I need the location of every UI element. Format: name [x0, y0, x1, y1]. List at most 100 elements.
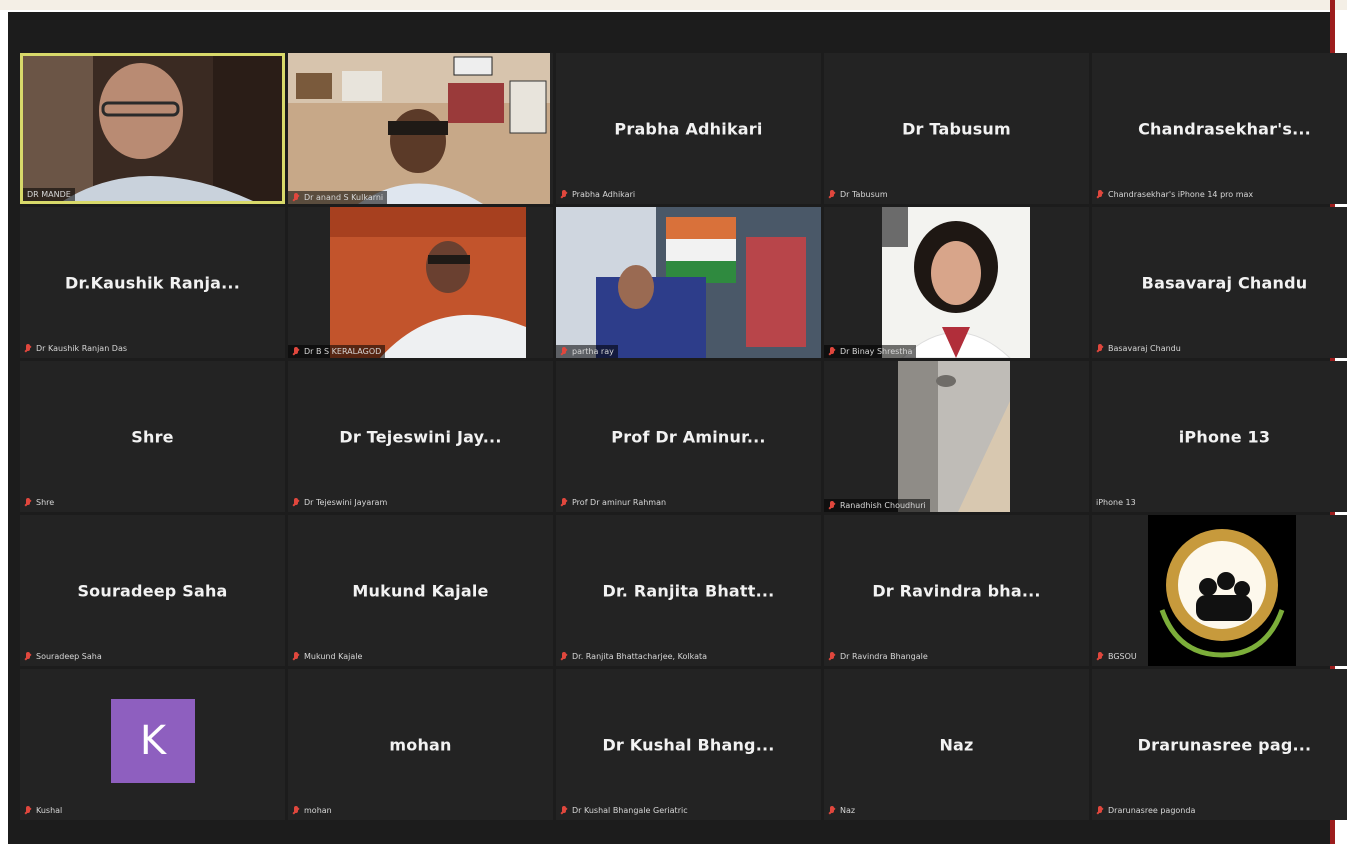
participant-tile[interactable]: Dr Kushal Bhang... Dr Kushal Bhangale Ge…: [556, 669, 821, 820]
participant-name-label: Shre: [24, 496, 54, 509]
mic-muted-icon: [828, 806, 836, 815]
mic-muted-icon: [560, 498, 568, 507]
participant-name-label: Dr Kushal Bhangale Geriatric: [560, 804, 688, 817]
participant-tile[interactable]: Shre Shre: [20, 361, 285, 512]
organization-logo: [1148, 515, 1296, 666]
participant-name-label: Kushal: [24, 804, 62, 817]
participant-tile[interactable]: Dr.Kaushik Ranja... Dr Kaushik Ranjan Da…: [20, 207, 285, 358]
participant-display-name: Dr Tabusum: [902, 119, 1011, 138]
mic-muted-icon: [24, 806, 32, 815]
participant-name-label: BGSOU: [1096, 650, 1137, 663]
participant-display-name: Drarunasree pag...: [1137, 735, 1312, 754]
participant-display-name: Dr Kushal Bhang...: [602, 735, 775, 754]
participant-name-label: Dr. Ranjita Bhattacharjee, Kolkata: [560, 650, 707, 663]
participant-tile[interactable]: K Kushal: [20, 669, 285, 820]
participant-video: [23, 56, 282, 201]
participant-display-name: Chandrasekhar's...: [1138, 119, 1311, 138]
mic-muted-icon: [1096, 190, 1104, 199]
participant-tile[interactable]: DR MANDE: [20, 53, 285, 204]
mic-muted-icon: [24, 498, 32, 507]
mic-muted-icon: [292, 652, 300, 661]
participant-name-label: Dr Tabusum: [828, 188, 888, 201]
mic-muted-icon: [828, 347, 836, 356]
participant-name-label: Naz: [828, 804, 855, 817]
participant-tile[interactable]: mohan mohan: [288, 669, 553, 820]
participant-name-label: Prof Dr aminur Rahman: [560, 496, 666, 509]
participant-name-label: Basavaraj Chandu: [1096, 342, 1181, 355]
participant-name-label: Dr Tejeswini Jayaram: [292, 496, 387, 509]
participant-name-label: Dr anand S Kulkarni: [288, 191, 388, 204]
participant-name-label: Ranadhish Choudhuri: [824, 499, 930, 512]
participant-tile[interactable]: Dr Ravindra bha... Dr Ravindra Bhangale: [824, 515, 1089, 666]
participant-tile[interactable]: Chandrasekhar's... Chandrasekhar's iPhon…: [1092, 53, 1347, 204]
participant-tile[interactable]: Drarunasree pag... Drarunasree pagonda: [1092, 669, 1347, 820]
participant-name-label: Dr Kaushik Ranjan Das: [24, 342, 127, 355]
participant-tile[interactable]: Dr B S KERALAGOD: [288, 207, 553, 358]
participant-display-name: Prabha Adhikari: [614, 119, 763, 138]
mic-muted-icon: [292, 498, 300, 507]
participant-tile[interactable]: Souradeep Saha Souradeep Saha: [20, 515, 285, 666]
participant-name-label: Chandrasekhar's iPhone 14 pro max: [1096, 188, 1253, 201]
participant-name-label: Prabha Adhikari: [560, 188, 635, 201]
participant-display-name: Souradeep Saha: [77, 581, 228, 600]
mic-muted-icon: [560, 347, 568, 356]
participant-tile[interactable]: Dr anand S Kulkarni: [288, 53, 553, 204]
mic-muted-icon: [560, 806, 568, 815]
participant-tile[interactable]: Basavaraj Chandu Basavaraj Chandu: [1092, 207, 1347, 358]
participant-display-name: Basavaraj Chandu: [1141, 273, 1308, 292]
participant-display-name: Naz: [939, 735, 974, 754]
participant-tile[interactable]: Ranadhish Choudhuri: [824, 361, 1089, 512]
participant-tile[interactable]: Mukund Kajale Mukund Kajale: [288, 515, 553, 666]
participant-name-label: DR MANDE: [23, 188, 75, 201]
avatar: K: [111, 699, 195, 783]
participant-display-name: Dr.Kaushik Ranja...: [65, 273, 240, 292]
participant-tile[interactable]: Dr Tejeswini Jay... Dr Tejeswini Jayaram: [288, 361, 553, 512]
participant-tile[interactable]: Prabha Adhikari Prabha Adhikari: [556, 53, 821, 204]
participant-name-label: Dr Ravindra Bhangale: [828, 650, 928, 663]
mic-muted-icon: [292, 806, 300, 815]
participant-display-name: Dr Ravindra bha...: [872, 581, 1041, 600]
mic-muted-icon: [292, 193, 300, 202]
participant-display-name: Mukund Kajale: [352, 581, 489, 600]
participant-display-name: mohan: [389, 735, 452, 754]
mic-muted-icon: [292, 347, 300, 356]
mic-muted-icon: [24, 652, 32, 661]
mic-muted-icon: [1096, 652, 1104, 661]
mic-muted-icon: [560, 652, 568, 661]
gallery-grid: DR MANDE Dr anand S Kulkarni Prabha Adhi…: [20, 53, 1347, 828]
mic-muted-icon: [1096, 806, 1104, 815]
participant-display-name: Shre: [131, 427, 174, 446]
participant-tile[interactable]: BGSOU: [1092, 515, 1347, 666]
top-strip: [0, 0, 1347, 10]
participant-display-name: Dr. Ranjita Bhatt...: [602, 581, 775, 600]
participant-tile[interactable]: Prof Dr Aminur... Prof Dr aminur Rahman: [556, 361, 821, 512]
participant-name-label: Souradeep Saha: [24, 650, 102, 663]
participant-video: [288, 53, 550, 204]
participant-name-label: iPhone 13: [1096, 498, 1136, 507]
participant-display-name: Dr Tejeswini Jay...: [339, 427, 502, 446]
participant-tile[interactable]: partha ray: [556, 207, 821, 358]
participant-name-label: Drarunasree pagonda: [1096, 804, 1195, 817]
participant-video: [556, 207, 821, 358]
participant-name-label: Dr B S KERALAGOD: [288, 345, 386, 358]
mic-muted-icon: [24, 344, 32, 353]
participant-display-name: Prof Dr Aminur...: [611, 427, 766, 446]
mic-muted-icon: [828, 190, 836, 199]
participant-video: [330, 207, 526, 358]
participant-display-name: iPhone 13: [1178, 427, 1271, 446]
mic-muted-icon: [828, 652, 836, 661]
mic-muted-icon: [560, 190, 568, 199]
participant-name-label: Dr Binay Shrestha: [824, 345, 917, 358]
mic-muted-icon: [1096, 344, 1104, 353]
participant-video: [898, 361, 1010, 512]
participant-tile[interactable]: Dr Binay Shrestha: [824, 207, 1089, 358]
participant-video: [882, 207, 1030, 358]
mic-muted-icon: [828, 501, 836, 510]
participant-tile[interactable]: Dr. Ranjita Bhatt... Dr. Ranjita Bhattac…: [556, 515, 821, 666]
participant-name-label: mohan: [292, 804, 332, 817]
participant-tile[interactable]: Naz Naz: [824, 669, 1089, 820]
participant-tile[interactable]: Dr Tabusum Dr Tabusum: [824, 53, 1089, 204]
participant-name-label: Mukund Kajale: [292, 650, 362, 663]
participant-tile[interactable]: iPhone 13 iPhone 13: [1092, 361, 1347, 512]
participant-name-label: partha ray: [556, 345, 618, 358]
